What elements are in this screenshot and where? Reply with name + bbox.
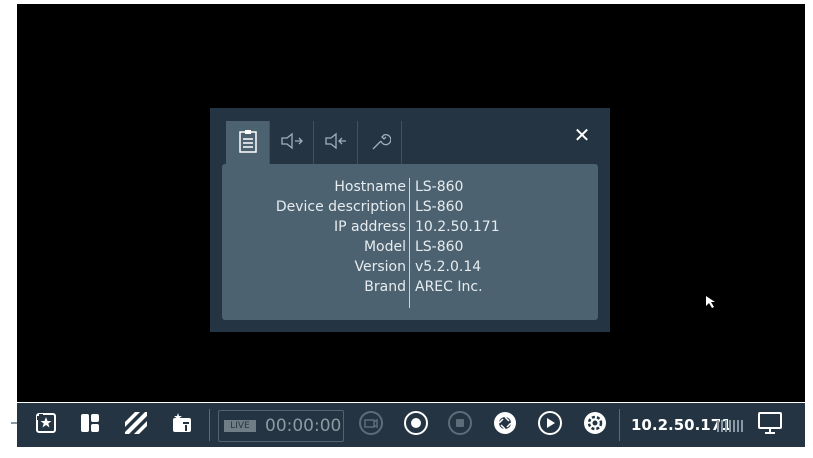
stripes-icon	[123, 410, 149, 440]
settings-icon	[582, 410, 608, 440]
stop-button[interactable]	[445, 410, 475, 440]
custom-layout-button[interactable]	[167, 410, 197, 440]
taskbar: LIVE 00:00:00 10.2.50.171	[17, 403, 805, 447]
snapshot-button[interactable]	[490, 410, 520, 440]
stop-icon	[447, 410, 473, 440]
stripes-button[interactable]	[121, 410, 151, 440]
info-row: Brand AREC Inc.	[222, 277, 598, 297]
tab-device-info[interactable]	[226, 121, 270, 165]
taskbar-divider	[209, 409, 210, 441]
camera-icon	[358, 410, 384, 440]
settings-button[interactable]	[580, 410, 610, 440]
info-row: Device description LS-860	[222, 197, 598, 217]
signal-bars-icon	[717, 418, 747, 432]
close-button[interactable]: ✕	[571, 124, 593, 146]
info-value: AREC Inc.	[415, 279, 483, 295]
tab-audio-in[interactable]	[270, 121, 314, 165]
camera-button[interactable]	[356, 410, 386, 440]
monitor-icon	[757, 410, 783, 440]
taskbar-divider	[619, 409, 620, 441]
info-key: Device description	[275, 199, 406, 215]
info-row: Version v5.2.0.14	[222, 257, 598, 277]
info-key: Hostname	[334, 179, 406, 195]
device-info-icon	[237, 129, 259, 157]
info-row: Hostname LS-860	[222, 177, 598, 197]
info-key: Brand	[364, 279, 406, 295]
info-key: IP address	[333, 219, 406, 235]
monitor-button[interactable]	[755, 410, 785, 440]
info-key: Version	[354, 259, 406, 275]
custom-layout-icon	[170, 411, 194, 439]
layout-button[interactable]	[75, 410, 105, 440]
info-panel: Hostname LS-860 Device description LS-86…	[222, 164, 598, 320]
wrench-icon	[369, 130, 391, 156]
info-key: Model	[363, 239, 406, 255]
shutter-icon	[492, 410, 518, 440]
play-icon	[537, 410, 563, 440]
mouse-cursor	[706, 293, 716, 312]
info-row: Model LS-860	[222, 237, 598, 257]
live-badge: LIVE	[224, 420, 256, 432]
audio-out-icon	[324, 131, 348, 155]
play-button[interactable]	[535, 410, 565, 440]
info-value: 10.2.50.171	[415, 219, 500, 235]
info-value: LS-860	[415, 199, 464, 215]
info-value: LS-860	[415, 179, 464, 195]
tab-settings[interactable]	[358, 121, 402, 165]
record-button[interactable]	[401, 410, 431, 440]
audio-in-icon	[280, 131, 304, 155]
layout-icon	[78, 411, 102, 439]
favorite-layout-button[interactable]	[31, 410, 61, 440]
favorite-layout-icon	[34, 411, 58, 439]
live-status: LIVE 00:00:00	[218, 410, 344, 442]
info-value: v5.2.0.14	[415, 259, 482, 275]
device-info-dialog: ✕ Hostname LS-860 Device description LS-…	[210, 108, 610, 332]
info-row: IP address 10.2.50.171	[222, 217, 598, 237]
record-icon	[403, 410, 429, 440]
tab-audio-out[interactable]	[314, 121, 358, 165]
info-value: LS-860	[415, 239, 464, 255]
recording-timer: 00:00:00	[265, 416, 342, 436]
